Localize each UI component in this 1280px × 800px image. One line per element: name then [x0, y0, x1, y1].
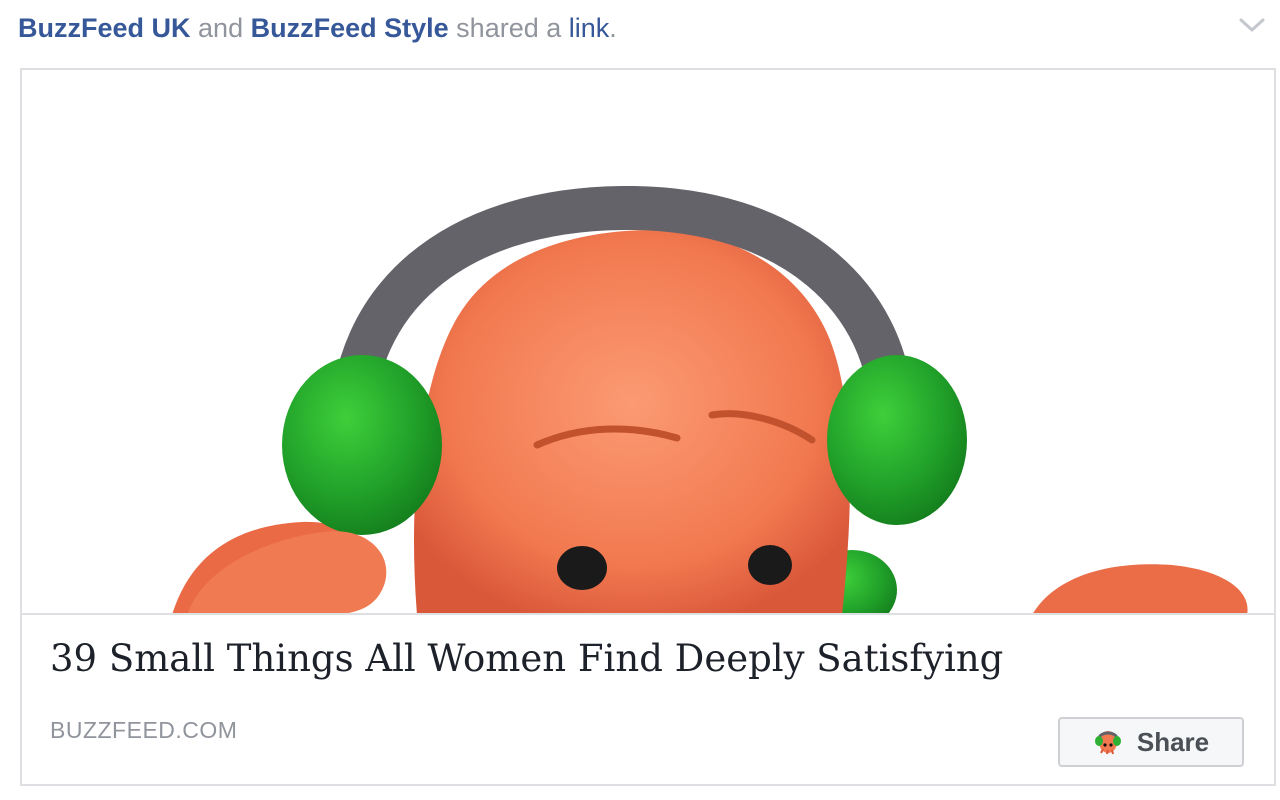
- share-button[interactable]: Share: [1058, 717, 1244, 767]
- shared-link-text[interactable]: link: [569, 13, 610, 43]
- chevron-down-icon[interactable]: [1238, 14, 1266, 36]
- link-domain: BUZZFEED.COM: [50, 717, 238, 743]
- link-card[interactable]: 39 Small Things All Women Find Deeply Sa…: [20, 68, 1276, 786]
- header-shared-text: shared a: [456, 13, 562, 43]
- share-button-label: Share: [1136, 726, 1210, 757]
- page-link-buzzfeed-style[interactable]: BuzzFeed Style: [251, 13, 449, 43]
- header-period: .: [609, 13, 617, 43]
- page-link-buzzfeed-uk[interactable]: BuzzFeed UK: [18, 13, 191, 43]
- link-card-image[interactable]: [22, 70, 1274, 613]
- link-card-caption[interactable]: 39 Small Things All Women Find Deeply Sa…: [22, 613, 1274, 784]
- tentacle-right: [1033, 564, 1248, 613]
- link-title[interactable]: 39 Small Things All Women Find Deeply Sa…: [50, 637, 1003, 680]
- post-header: BuzzFeed UK and BuzzFeed Style shared a …: [18, 10, 617, 46]
- octopus-share-icon: [1093, 727, 1123, 757]
- header-and-text: and: [198, 13, 244, 43]
